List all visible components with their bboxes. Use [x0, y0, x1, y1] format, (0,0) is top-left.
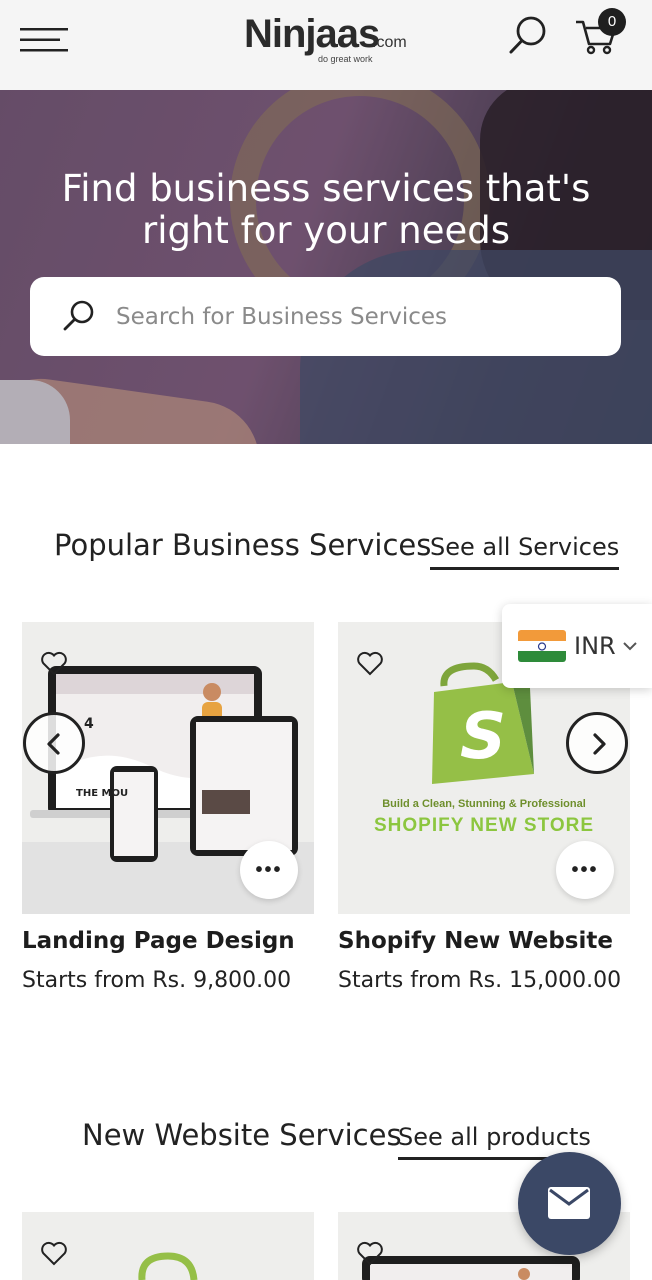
envelope-icon [548, 1187, 590, 1219]
more-options-button[interactable]: ••• [556, 841, 614, 899]
cart-count-badge: 0 [598, 8, 626, 36]
search-input[interactable] [116, 295, 596, 339]
hero-title: Find business services that's right for … [61, 167, 591, 252]
search-icon[interactable] [506, 14, 550, 56]
currency-selector[interactable]: INR [502, 604, 652, 688]
hero-overlay [0, 90, 652, 444]
svg-text:S: S [460, 700, 506, 774]
logo-suffix: .com [372, 34, 407, 51]
product-price: Starts from Rs. 9,800.00 [22, 968, 292, 993]
hamburger-menu-icon[interactable] [20, 26, 70, 54]
carousel-prev-button[interactable] [23, 712, 85, 774]
search-icon [63, 300, 94, 331]
chevron-down-icon [623, 642, 637, 651]
mockup-text: THE MOU [76, 788, 128, 799]
image-subtitle: Build a Clean, Stunning & Professional [382, 798, 586, 810]
product-price: Starts from Rs. 15,000.00 [338, 968, 622, 993]
more-options-button[interactable]: ••• [240, 841, 298, 899]
image-title: SHOPIFY NEW STORE [373, 815, 595, 836]
india-flag-icon [518, 630, 566, 662]
carousel-next-button[interactable] [566, 712, 628, 774]
product-title[interactable]: Landing Page Design [22, 928, 295, 954]
logo-text: Ninjaas [244, 12, 380, 56]
currency-code: INR [574, 632, 616, 660]
contact-mail-button[interactable] [518, 1152, 621, 1255]
hero-search-box[interactable] [30, 277, 621, 356]
chevron-left-icon [47, 733, 60, 755]
chevron-right-icon [593, 733, 606, 755]
section-title-new-website: New Website Services [82, 1118, 402, 1152]
section-title-popular: Popular Business Services [54, 528, 432, 562]
wishlist-heart-icon[interactable] [356, 1240, 384, 1266]
wishlist-heart-icon[interactable] [40, 650, 68, 676]
site-header: Ninjaas .com do great work 0 [0, 0, 652, 90]
hero-banner [0, 90, 652, 444]
wishlist-heart-icon[interactable] [356, 650, 384, 676]
see-all-services-link[interactable]: See all Services [430, 533, 620, 570]
site-logo[interactable]: Ninjaas .com do great work [244, 12, 414, 68]
wishlist-heart-icon[interactable] [40, 1240, 68, 1266]
svg-text:4: 4 [84, 716, 94, 732]
logo-tagline: do great work [318, 54, 373, 64]
product-title[interactable]: Shopify New Website [338, 928, 613, 954]
